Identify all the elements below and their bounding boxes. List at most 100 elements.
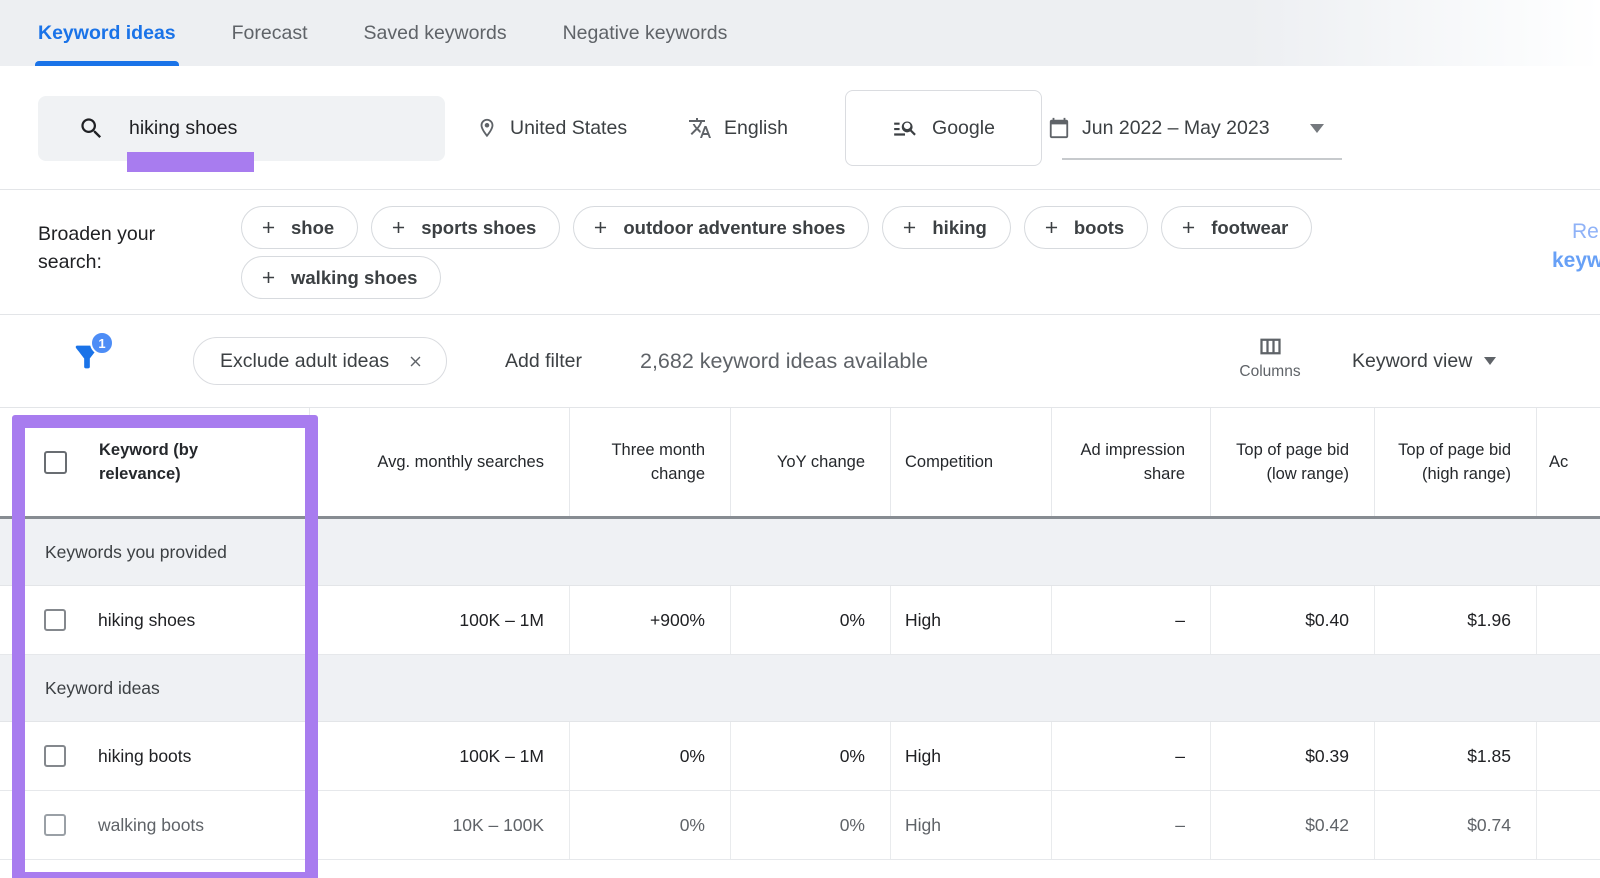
plus-icon [591,218,610,237]
search-icon [78,115,105,142]
chip-walking-shoes[interactable]: walking shoes [241,256,441,299]
search-query-text: hiking shoes [129,117,237,140]
keyword-cell: hiking boots [0,722,310,790]
tab-keyword-ideas[interactable]: Keyword ideas [38,0,176,66]
table-row-hiking-boots[interactable]: hiking boots 100K – 1M 0% 0% High – $0.3… [0,722,1600,791]
top-bid-high-cell: $1.85 [1375,722,1537,790]
results-summary: 2,682 keyword ideas available [640,315,928,407]
chevron-down-icon [1484,357,1496,365]
manage-search-icon [892,115,918,141]
row-checkbox[interactable] [44,745,66,767]
refine-keywords-link-cutoff[interactable]: Re [1572,220,1599,244]
cutoff-cell [1537,791,1600,859]
chip-footwear[interactable]: footwear [1161,206,1312,249]
yoy-change-cell: 0% [731,791,891,859]
plus-icon [259,268,278,287]
three-month-change-cell: +900% [570,586,731,654]
header-three-month-change[interactable]: Three month change [570,408,731,516]
plus-icon [259,218,278,237]
tab-keyword-ideas-label: Keyword ideas [38,22,176,45]
broaden-search-section: Broaden your search: shoe sports shoes o… [0,190,1600,315]
chip-hiking[interactable]: hiking [882,206,1010,249]
location-selector[interactable]: United States [476,66,627,190]
chip-outdoor-adventure-shoes[interactable]: outdoor adventure shoes [573,206,869,249]
three-month-change-cell: 0% [570,791,731,859]
language-label: English [724,117,788,140]
chip-sports-shoes[interactable]: sports shoes [371,206,560,249]
keyword-text: hiking boots [98,746,191,767]
header-avg-monthly-searches[interactable]: Avg. monthly searches [310,408,570,516]
date-range-label: Jun 2022 – May 2023 [1082,117,1270,140]
refine-keywords-link-cutoff[interactable]: keyw [1552,249,1600,273]
broaden-search-label: Broaden your search: [38,220,155,276]
network-selector[interactable]: Google [845,90,1042,166]
top-bid-low-cell: $0.39 [1211,722,1375,790]
language-selector[interactable]: English [688,66,788,190]
chip-shoe[interactable]: shoe [241,206,358,249]
top-bid-low-cell: $0.40 [1211,586,1375,654]
tab-saved-keywords[interactable]: Saved keywords [364,0,507,66]
ad-impression-share-cell: – [1052,722,1211,790]
keyword-cell: walking boots [0,791,310,859]
keyword-view-label: Keyword view [1352,350,1472,373]
header-keyword-label: Keyword (by relevance) [99,438,249,486]
row-checkbox[interactable] [44,609,66,631]
filter-funnel-button[interactable]: 1 [70,339,110,383]
table-header-row: Keyword (by relevance) Avg. monthly sear… [0,408,1600,519]
network-label: Google [932,117,995,140]
top-bid-high-cell: $0.74 [1375,791,1537,859]
plus-icon [1042,218,1061,237]
add-filter-button[interactable]: Add filter [505,315,582,407]
top-bid-low-cell: $0.42 [1211,791,1375,859]
plus-icon [900,218,919,237]
ad-impression-share-cell: – [1052,586,1211,654]
location-pin-icon [476,117,498,139]
section-keyword-ideas: Keyword ideas [0,655,1600,722]
tab-forecast-label: Forecast [232,22,308,45]
active-filter-chip[interactable]: Exclude adult ideas [193,337,447,385]
top-bid-high-cell: $1.96 [1375,586,1537,654]
location-label: United States [510,117,627,140]
yoy-change-cell: 0% [731,586,891,654]
active-filter-label: Exclude adult ideas [220,350,389,373]
header-ad-impression-share[interactable]: Ad impression share [1052,408,1211,516]
filter-bar: 1 Exclude adult ideas Add filter 2,682 k… [0,315,1600,407]
section-keywords-you-provided: Keywords you provided [0,519,1600,586]
three-month-change-cell: 0% [570,722,731,790]
keyword-planner-page: Keyword ideas Forecast Saved keywords Ne… [0,0,1600,878]
avg-monthly-searches-cell: 100K – 1M [310,722,570,790]
avg-monthly-searches-cell: 10K – 100K [310,791,570,859]
yoy-change-cell: 0% [731,722,891,790]
tab-negative-keywords[interactable]: Negative keywords [563,0,728,66]
keyword-text: walking boots [98,815,204,836]
tab-bar: Keyword ideas Forecast Saved keywords Ne… [0,0,1600,66]
header-keyword: Keyword (by relevance) [0,408,310,516]
header-top-bid-high[interactable]: Top of page bid (high range) [1375,408,1537,516]
close-icon[interactable] [407,353,424,370]
annotation-purple-underline [127,152,254,172]
translate-icon [688,116,712,140]
row-checkbox[interactable] [44,814,66,836]
tab-negative-keywords-label: Negative keywords [563,22,728,45]
avg-monthly-searches-cell: 100K – 1M [310,586,570,654]
header-cutoff-column: Ac [1537,408,1600,516]
table-row-walking-boots[interactable]: walking boots 10K – 100K 0% 0% High – $0… [0,791,1600,860]
cutoff-cell [1537,586,1600,654]
search-toolbar: hiking shoes United States English Googl… [0,66,1600,190]
date-range-selector[interactable]: Jun 2022 – May 2023 [1048,66,1324,190]
select-all-checkbox[interactable] [44,451,67,474]
keyword-view-selector[interactable]: Keyword view [1352,315,1496,407]
header-competition[interactable]: Competition [891,408,1052,516]
table-row-hiking-shoes[interactable]: hiking shoes 100K – 1M +900% 0% High – $… [0,586,1600,655]
header-yoy-change[interactable]: YoY change [731,408,891,516]
header-top-bid-low[interactable]: Top of page bid (low range) [1211,408,1375,516]
filter-count-badge: 1 [90,331,114,355]
cutoff-cell [1537,722,1600,790]
columns-button[interactable]: Columns [1230,333,1310,381]
competition-cell: High [891,791,1052,859]
tab-forecast[interactable]: Forecast [232,0,308,66]
columns-icon [1257,333,1284,360]
keyword-text: hiking shoes [98,610,195,631]
competition-cell: High [891,722,1052,790]
chip-boots[interactable]: boots [1024,206,1148,249]
